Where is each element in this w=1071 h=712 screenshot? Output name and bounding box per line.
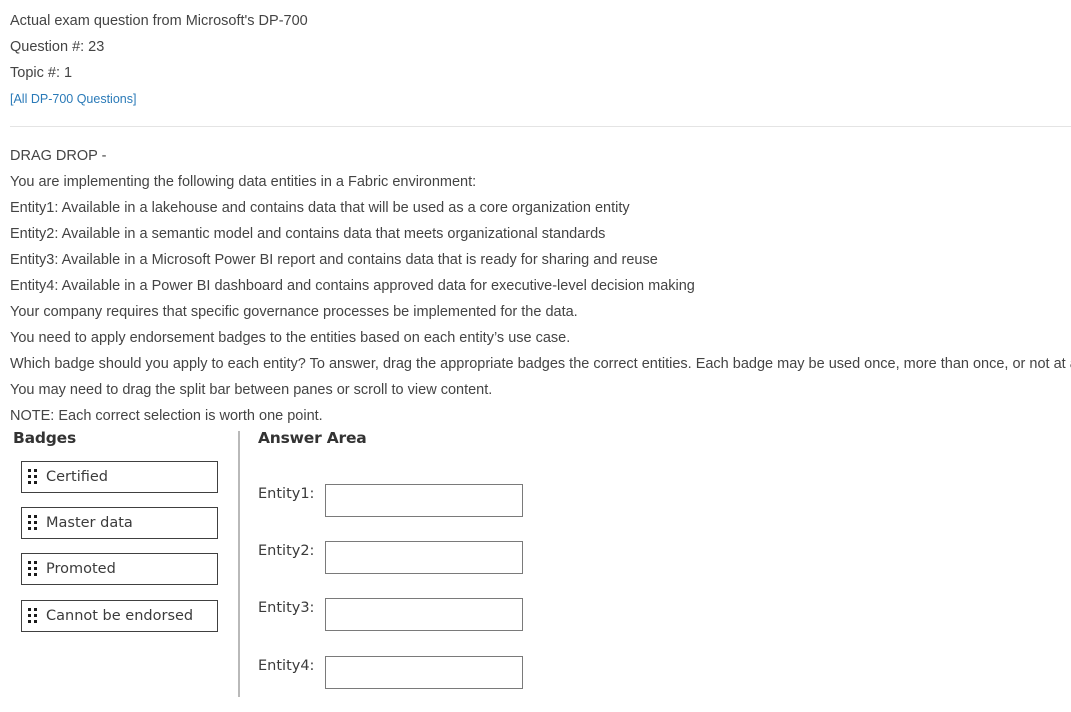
split-bar[interactable] bbox=[238, 431, 240, 697]
entity1-drop-target[interactable] bbox=[325, 484, 523, 517]
question-line: Which badge should you apply to each ent… bbox=[10, 356, 1071, 372]
entity2-drop-target[interactable] bbox=[325, 541, 523, 574]
badge-label: Cannot be endorsed bbox=[46, 608, 194, 624]
divider bbox=[10, 126, 1071, 127]
badge-label: Master data bbox=[46, 515, 133, 531]
question-line: NOTE: Each correct selection is worth on… bbox=[10, 408, 323, 424]
badge-cannot-be-endorsed[interactable]: Cannot be endorsed bbox=[21, 600, 218, 632]
question-line: You may need to drag the split bar betwe… bbox=[10, 382, 493, 398]
topic-number: Topic #: 1 bbox=[10, 65, 73, 81]
question-line: Your company requires that specific gove… bbox=[10, 304, 578, 320]
entity2-label: Entity2: bbox=[258, 543, 315, 559]
entity3-drop-target[interactable] bbox=[325, 598, 523, 631]
answer-area-title: Answer Area bbox=[258, 429, 367, 447]
badge-master-data[interactable]: Master data bbox=[21, 507, 218, 539]
badges-title: Badges bbox=[13, 429, 77, 447]
question-line: You need to apply endorsement badges to … bbox=[10, 330, 571, 346]
question-number: Question #: 23 bbox=[10, 39, 105, 55]
drag-handle-icon bbox=[28, 561, 38, 577]
entity1-label: Entity1: bbox=[258, 486, 315, 502]
question-line: Entity4: Available in a Power BI dashboa… bbox=[10, 278, 695, 294]
badge-label: Promoted bbox=[46, 561, 116, 577]
drag-handle-icon bbox=[28, 608, 38, 624]
all-questions-link[interactable]: [All DP-700 Questions] bbox=[10, 86, 308, 112]
question-type: DRAG DROP - bbox=[10, 148, 107, 164]
question-line: Entity3: Available in a Microsoft Power … bbox=[10, 252, 658, 268]
drag-handle-icon bbox=[28, 469, 38, 485]
question-line: Entity1: Available in a lakehouse and co… bbox=[10, 200, 630, 216]
drag-drop-exhibit: Badges Answer Area Certified Master data… bbox=[8, 427, 535, 699]
entity4-label: Entity4: bbox=[258, 658, 315, 674]
question-line: Entity2: Available in a semantic model a… bbox=[10, 226, 606, 242]
exam-title: Actual exam question from Microsoft's DP… bbox=[10, 13, 308, 29]
question-header: Actual exam question from Microsoft's DP… bbox=[10, 8, 308, 112]
entity3-label: Entity3: bbox=[258, 600, 315, 616]
badge-promoted[interactable]: Promoted bbox=[21, 553, 218, 585]
badge-label: Certified bbox=[46, 469, 108, 485]
question-line: You are implementing the following data … bbox=[10, 174, 477, 190]
drag-handle-icon bbox=[28, 515, 38, 531]
badge-certified[interactable]: Certified bbox=[21, 461, 218, 493]
entity4-drop-target[interactable] bbox=[325, 656, 523, 689]
question-body: DRAG DROP - You are implementing the fol… bbox=[10, 143, 1071, 429]
